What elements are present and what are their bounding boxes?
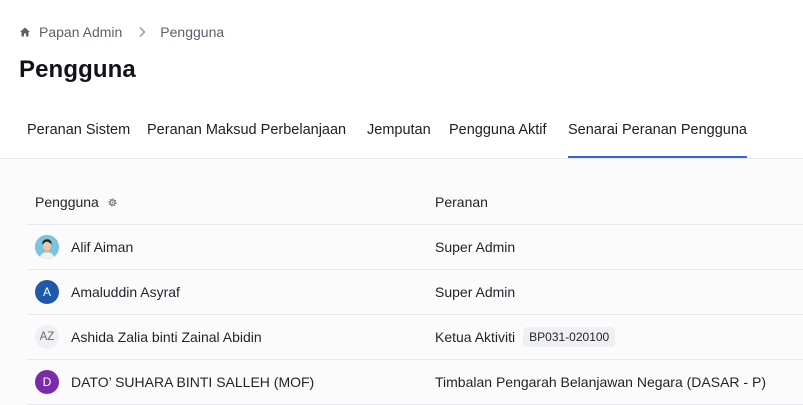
column-header-user: Pengguna — [35, 180, 118, 224]
role-name: Super Admin — [435, 239, 516, 255]
gear-icon[interactable] — [107, 197, 118, 208]
role-cell: Super Admin — [435, 225, 515, 269]
breadcrumb-current: Pengguna — [160, 24, 225, 40]
role-name: Super Admin — [435, 284, 516, 300]
column-header-role: Peranan — [435, 180, 488, 224]
user-cell: D DATO’ SUHARA BINTI SALLEH (MOF) — [35, 360, 314, 404]
avatar — [35, 235, 59, 259]
table-row[interactable]: D DATO’ SUHARA BINTI SALLEH (MOF) Timbal… — [27, 360, 803, 405]
column-header-user-label: Pengguna — [35, 194, 99, 210]
home-icon[interactable] — [19, 26, 31, 38]
column-header-role-label: Peranan — [435, 194, 488, 210]
role-cell: Ketua Aktiviti BP031-020100 — [435, 315, 616, 359]
user-name: DATO’ SUHARA BINTI SALLEH (MOF) — [71, 374, 315, 390]
role-cell: Timbalan Pengarah Belanjawan Negara (DAS… — [435, 360, 766, 404]
tab-senarai-peranan-pengguna[interactable]: Senarai Peranan Pengguna — [568, 112, 747, 158]
tab-bar: Peranan Sistem Peranan Maksud Perbelanja… — [0, 112, 803, 159]
avatar: D — [35, 370, 59, 394]
user-cell: Alif Aiman — [35, 225, 133, 269]
avatar: AZ — [35, 325, 59, 349]
role-name: Ketua Aktiviti — [435, 329, 516, 345]
user-cell: A Amaluddin Asyraf — [35, 270, 180, 314]
tab-pengguna-aktif[interactable]: Pengguna Aktif — [449, 112, 547, 156]
user-roles-table: Pengguna Peranan Alif Aiman Super Admin … — [27, 180, 803, 405]
tab-jemputan[interactable]: Jemputan — [367, 112, 431, 156]
page: Papan Admin Pengguna Pengguna Peranan Si… — [0, 0, 803, 405]
table-header-row: Pengguna Peranan — [27, 180, 803, 225]
table-row[interactable]: Alif Aiman Super Admin — [27, 225, 803, 270]
user-cell: AZ Ashida Zalia binti Zainal Abidin — [35, 315, 262, 359]
role-cell: Super Admin — [435, 270, 515, 314]
table-row[interactable]: AZ Ashida Zalia binti Zainal Abidin Ketu… — [27, 315, 803, 360]
user-name: Amaluddin Asyraf — [71, 284, 180, 300]
user-name: Alif Aiman — [71, 239, 134, 255]
role-code-badge: BP031-020100 — [523, 327, 616, 347]
page-title: Pengguna — [19, 56, 136, 83]
tab-peranan-maksud-perbelanjaan[interactable]: Peranan Maksud Perbelanjaan — [147, 112, 346, 156]
table-row[interactable]: A Amaluddin Asyraf Super Admin — [27, 270, 803, 315]
chevron-right-icon — [136, 26, 148, 38]
avatar: A — [35, 280, 59, 304]
user-name: Ashida Zalia binti Zainal Abidin — [71, 329, 262, 345]
breadcrumb: Papan Admin Pengguna — [19, 21, 224, 43]
role-name: Timbalan Pengarah Belanjawan Negara (DAS… — [435, 374, 766, 390]
breadcrumb-home-link[interactable]: Papan Admin — [39, 24, 122, 40]
tab-peranan-sistem[interactable]: Peranan Sistem — [27, 112, 130, 156]
